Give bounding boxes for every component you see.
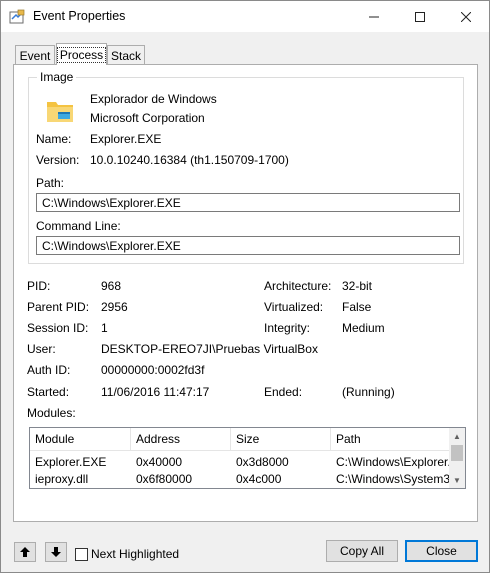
image-groupbox: Image Explorador de Windows Microsoft Co…: [28, 70, 464, 264]
tab-event-label: Event: [19, 48, 51, 63]
user-value: DESKTOP-EREO7JI\Pruebas VirtualBox: [101, 342, 318, 356]
minimize-button[interactable]: [351, 1, 397, 32]
app-icon: [9, 9, 25, 24]
path-cell: C:\Windows\Explorer.EXE: [336, 455, 449, 469]
maximize-button[interactable]: [397, 1, 443, 32]
name-value: Explorer.EXE: [90, 132, 162, 146]
previous-event-button[interactable]: [14, 542, 36, 562]
column-header-address[interactable]: Address: [131, 428, 231, 450]
scroll-up-icon[interactable]: ▲: [449, 428, 465, 444]
modules-list[interactable]: Module Address Size Path Explorer.EXE 0x…: [29, 427, 466, 489]
architecture-value: 32-bit: [342, 279, 373, 293]
pid-label: PID:: [27, 279, 51, 293]
ended-value: (Running): [342, 385, 395, 399]
size-cell: 0x3d8000: [236, 455, 289, 469]
auth-id-label: Auth ID:: [27, 363, 71, 377]
parent-pid-value: 2956: [101, 300, 128, 314]
name-label: Name:: [36, 132, 72, 146]
title-bar[interactable]: Event Properties: [1, 1, 489, 32]
integrity-label: Integrity:: [264, 321, 311, 335]
minimize-icon: [369, 16, 379, 17]
modules-vertical-scrollbar[interactable]: ▲ ▼: [449, 428, 465, 488]
path-cell: C:\Windows\System32\ieproxy.dll: [336, 472, 449, 486]
arrow-up-icon: [20, 547, 30, 557]
address-cell: 0x6f80000: [136, 472, 193, 486]
modules-list-header: Module Address Size Path: [30, 428, 449, 451]
session-id-value: 1: [101, 321, 108, 335]
address-cell: 0x40000: [136, 455, 183, 469]
explorer-folder-icon: [47, 102, 73, 122]
virtualized-value: False: [342, 300, 372, 314]
integrity-value: Medium: [342, 321, 385, 335]
architecture-label: Architecture:: [264, 279, 332, 293]
started-value: 11/06/2016 11:47:17: [101, 385, 210, 399]
table-row[interactable]: Explorer.EXE 0x40000 0x3d8000 C:\Windows…: [30, 454, 449, 471]
module-cell: ieproxy.dll: [35, 472, 89, 486]
pid-value: 968: [101, 279, 122, 293]
next-highlighted-label[interactable]: Next Highlighted: [91, 547, 179, 561]
close-button[interactable]: Close: [405, 540, 478, 562]
size-cell: 0x4c000: [236, 472, 282, 486]
auth-id-value: 00000000:0002fd3f: [101, 363, 205, 377]
image-group-label: Image: [37, 70, 77, 84]
session-id-label: Session ID:: [27, 321, 89, 335]
column-header-size[interactable]: Size: [231, 428, 331, 450]
column-header-path[interactable]: Path: [331, 428, 449, 450]
version-label: Version:: [36, 153, 80, 167]
command-line-field[interactable]: C:\Windows\Explorer.EXE: [36, 236, 460, 255]
event-properties-window: Event Properties Event Process Stack Ima…: [0, 0, 490, 573]
tab-process-label: Process: [56, 46, 107, 63]
arrow-down-icon: [51, 547, 61, 557]
tab-stack-label: Stack: [110, 48, 141, 63]
scroll-thumb[interactable]: [451, 445, 463, 461]
scroll-down-icon[interactable]: ▼: [449, 472, 465, 488]
next-event-button[interactable]: [45, 542, 67, 562]
copy-all-button[interactable]: Copy All: [326, 540, 398, 562]
command-line-label: Command Line:: [36, 219, 121, 233]
process-panel: Image Explorador de Windows Microsoft Co…: [13, 64, 478, 522]
ended-label: Ended:: [264, 385, 303, 399]
modules-label: Modules:: [27, 406, 76, 420]
close-icon: [461, 11, 471, 22]
image-company: Microsoft Corporation: [90, 111, 205, 125]
virtualized-label: Virtualized:: [264, 300, 324, 314]
tab-event[interactable]: Event: [15, 45, 55, 65]
table-row[interactable]: ieproxy.dll 0x6f80000 0x4c000 C:\Windows…: [30, 471, 449, 488]
tab-process[interactable]: Process: [56, 43, 107, 65]
user-label: User:: [27, 342, 56, 356]
window-title: Event Properties: [33, 9, 126, 23]
next-highlighted-checkbox[interactable]: [75, 548, 88, 561]
tab-stack[interactable]: Stack: [107, 45, 145, 65]
version-value: 10.0.10240.16384 (th1.150709-1700): [90, 153, 289, 167]
maximize-icon: [415, 11, 425, 22]
image-description: Explorador de Windows: [90, 92, 217, 106]
column-header-module[interactable]: Module: [30, 428, 131, 450]
started-label: Started:: [27, 385, 70, 399]
module-cell: Explorer.EXE: [35, 455, 107, 469]
parent-pid-label: Parent PID:: [27, 300, 90, 314]
path-field[interactable]: C:\Windows\Explorer.EXE: [36, 193, 460, 212]
close-window-button[interactable]: [443, 1, 489, 32]
path-label: Path:: [36, 176, 65, 190]
